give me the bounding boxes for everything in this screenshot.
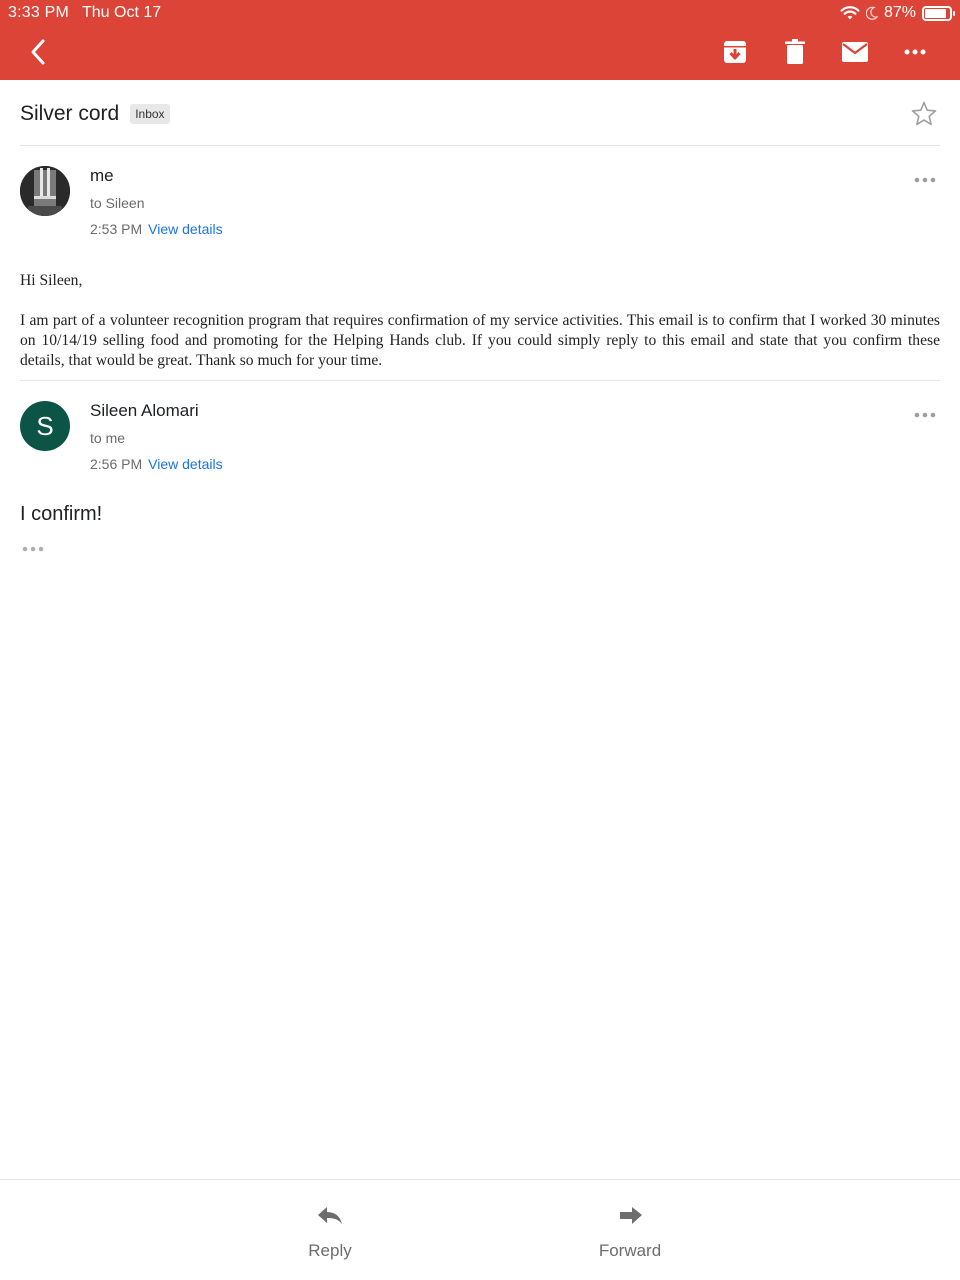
avatar: S [20, 401, 70, 451]
thread-subject: Silver cord [20, 102, 120, 125]
forward-label: Forward [598, 1241, 662, 1260]
time-line: 2:56 PM View details [90, 456, 223, 472]
message-greeting: Hi Sileen, [20, 272, 83, 289]
recipient-line: to Sileen [90, 195, 145, 211]
wifi-icon [840, 6, 860, 20]
view-details-link[interactable]: View details [148, 456, 222, 472]
sender-name: Sileen Alomari [90, 401, 199, 420]
recipient-line: to me [90, 430, 126, 446]
battery-level [925, 8, 946, 18]
message-time: 2:53 PM [90, 221, 143, 237]
divider [20, 380, 940, 381]
message-more-icon[interactable] [914, 411, 936, 419]
back-arrow-icon [31, 39, 45, 65]
message-time: 2:56 PM [90, 456, 143, 472]
star-icon[interactable] [910, 100, 938, 128]
trash-icon [785, 39, 805, 64]
show-trimmed-content-icon[interactable] [22, 545, 44, 553]
mark-unread-button[interactable] [838, 36, 872, 68]
inbox-label-chip[interactable]: Inbox [130, 104, 170, 124]
avatar-photo-icon [20, 166, 70, 216]
back-button[interactable] [22, 36, 54, 68]
status-date: Thu Oct 17 [82, 4, 162, 21]
status-time: 3:33 PM [8, 4, 69, 21]
message-header-1[interactable]: me to Sileen 2:53 PM View details [20, 166, 940, 246]
archive-icon [724, 41, 746, 63]
delete-button[interactable] [779, 36, 811, 68]
message-more-icon[interactable] [914, 176, 936, 184]
forward-icon [620, 1207, 642, 1224]
message-body: I am part of a volunteer recognition pro… [20, 312, 940, 369]
moon-icon [865, 6, 878, 20]
reply-label: Reply [308, 1241, 352, 1260]
reply-icon [318, 1207, 342, 1224]
avatar [20, 166, 70, 216]
mail-icon [842, 42, 868, 62]
status-indicators: 87% [840, 3, 955, 23]
time-line: 2:53 PM View details [90, 221, 223, 237]
subject-row: Silver cord Inbox [20, 98, 940, 130]
reply-body: I confirm! [20, 503, 103, 525]
sender-name: me [90, 166, 114, 185]
more-icon [904, 49, 926, 55]
battery-percent: 87% [883, 4, 916, 21]
forward-button[interactable]: Forward [550, 1180, 710, 1280]
archive-button[interactable] [719, 36, 751, 68]
app-toolbar: 3:33 PM Thu Oct 17 87% [0, 0, 960, 80]
message-header-2[interactable]: S Sileen Alomari to me 2:56 PM View detai… [20, 401, 940, 481]
bottom-action-bar: Reply Forward [0, 1179, 960, 1280]
more-options-button[interactable] [899, 36, 931, 68]
view-details-link[interactable]: View details [148, 221, 222, 237]
divider [20, 145, 940, 146]
battery-icon [922, 5, 955, 21]
reply-button[interactable]: Reply [250, 1180, 410, 1280]
